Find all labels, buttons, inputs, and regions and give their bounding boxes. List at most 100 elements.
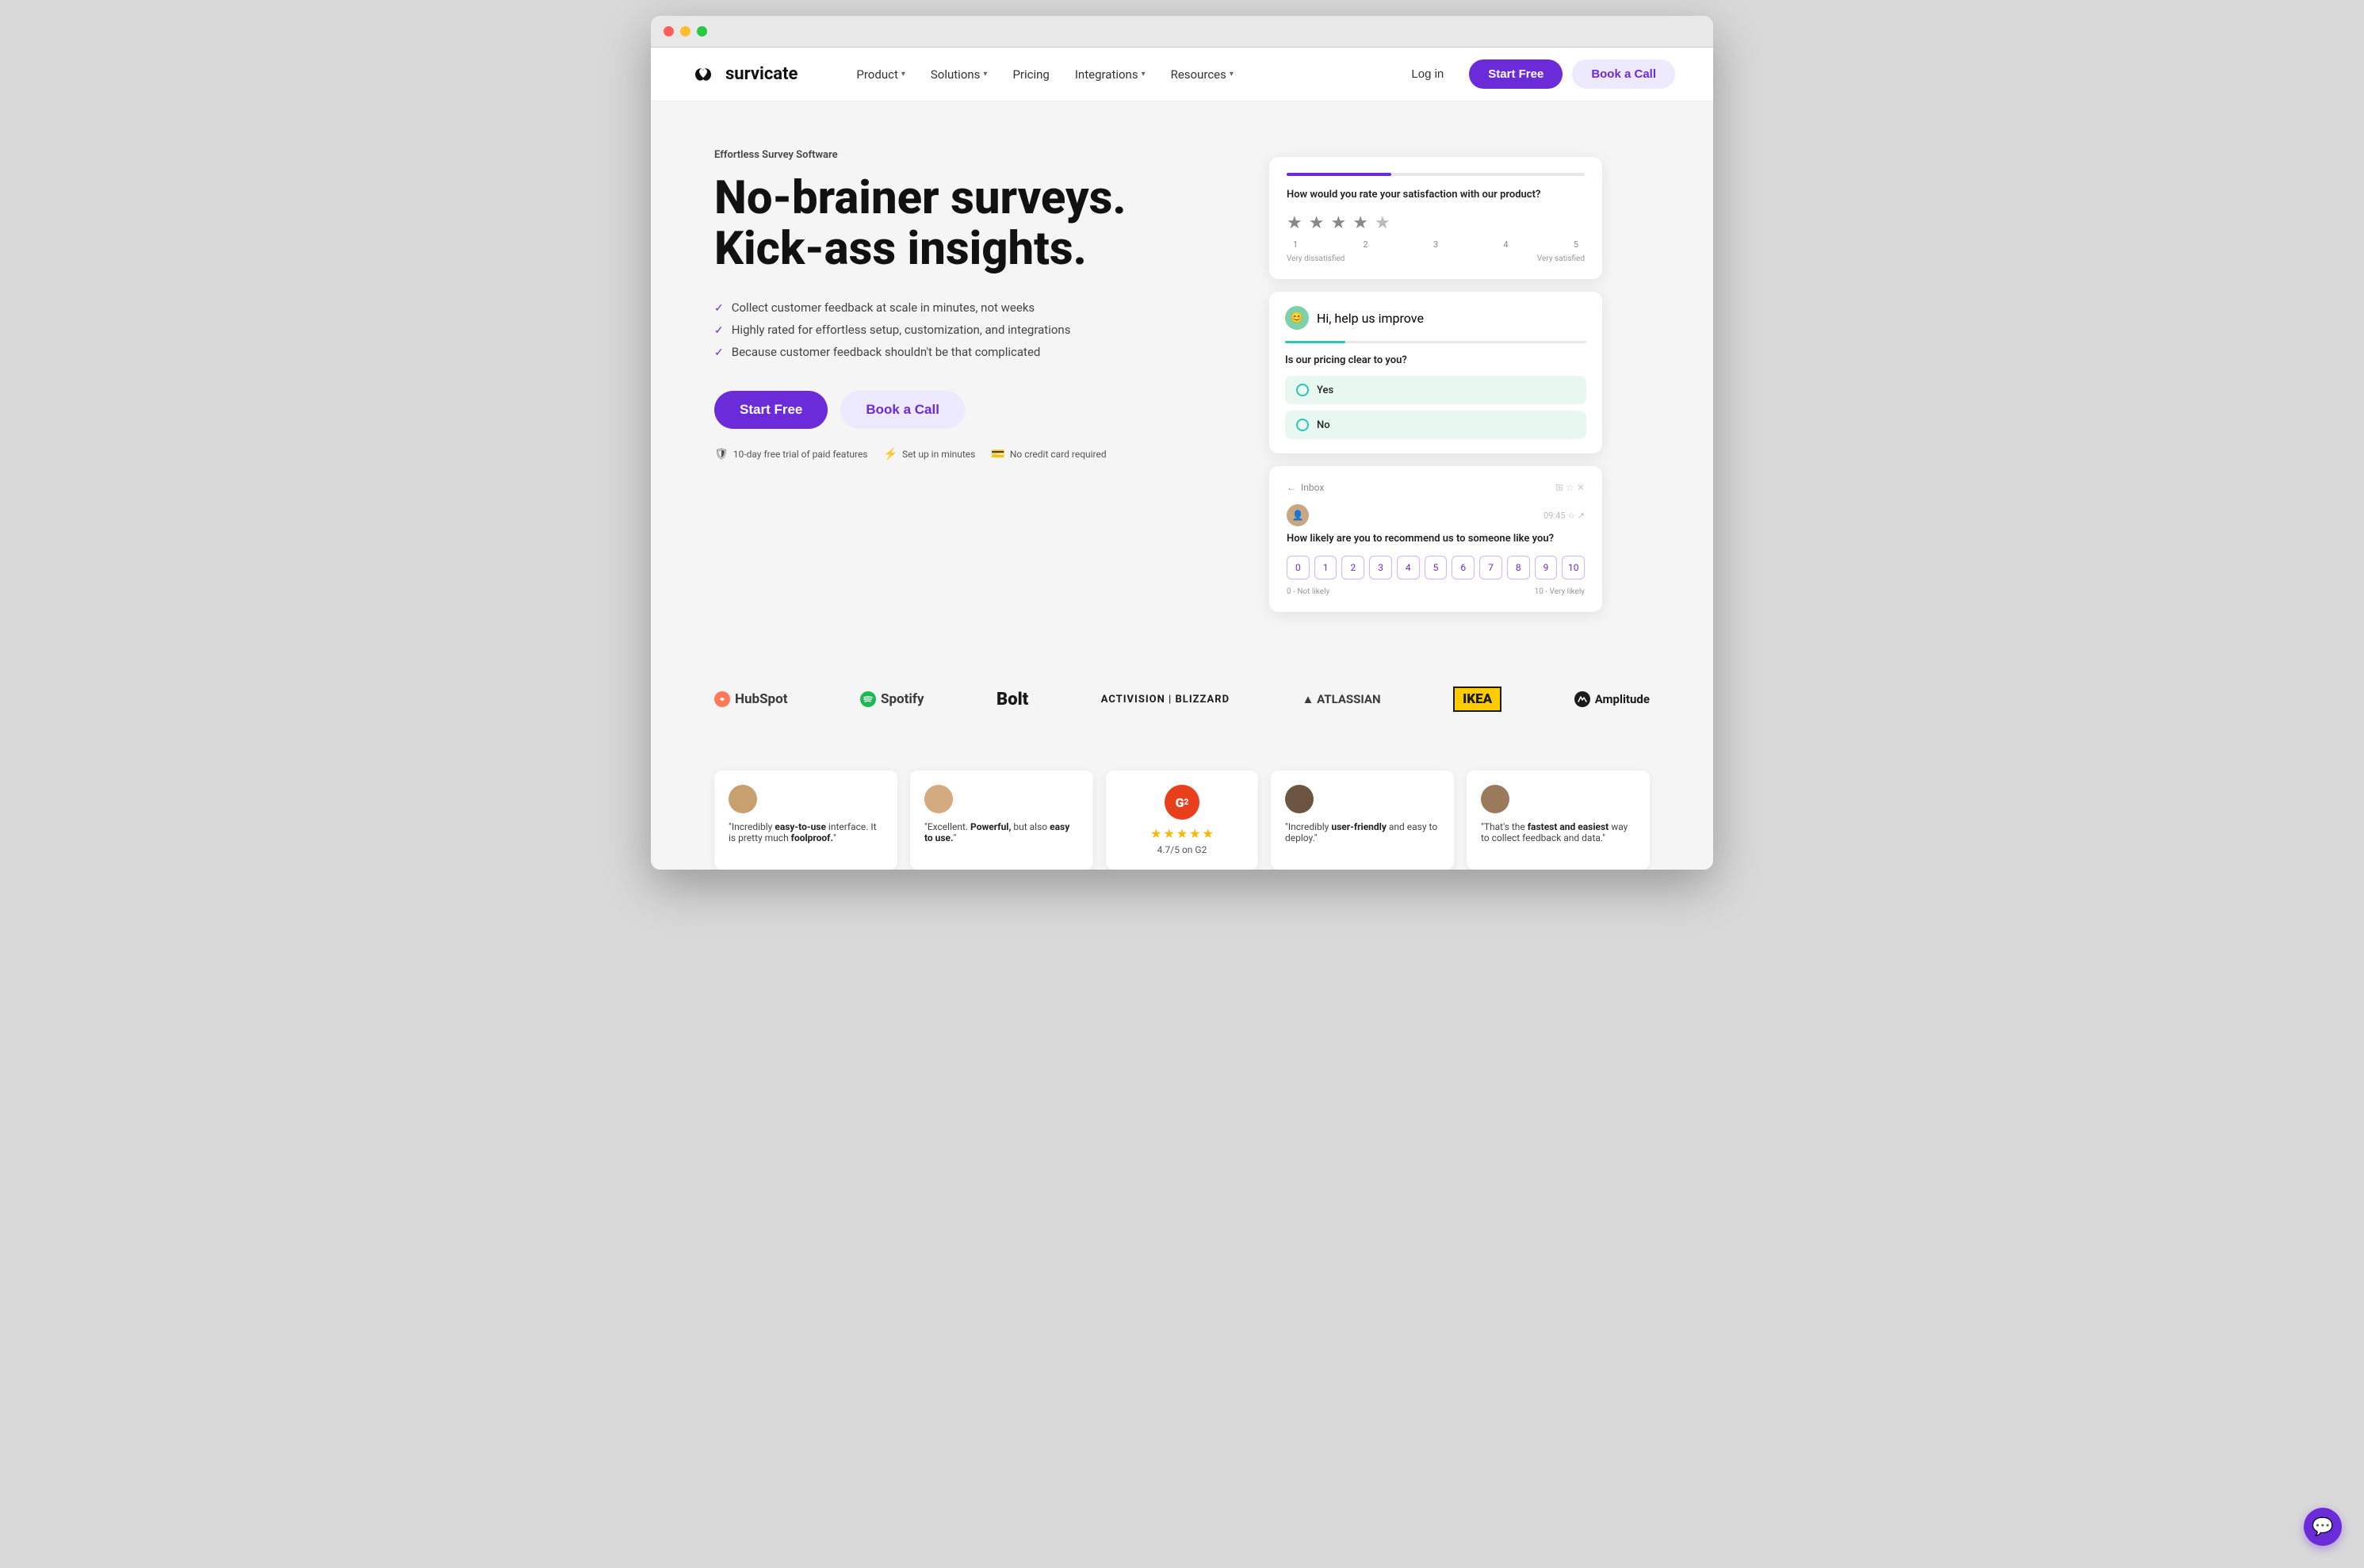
- login-button[interactable]: Log in: [1395, 59, 1459, 89]
- inbox-label: ← Inbox: [1287, 482, 1324, 493]
- meta-card: 💳 No credit card required: [991, 448, 1106, 461]
- nps-5[interactable]: 5: [1425, 556, 1448, 579]
- logo-ikea: IKEA: [1453, 686, 1501, 712]
- nps-4[interactable]: 4: [1397, 556, 1420, 579]
- logo-hubspot: HubSpot: [714, 691, 787, 707]
- pricing-options: Yes No: [1285, 376, 1586, 439]
- star-labels: 1 2 3 4 5: [1287, 239, 1585, 250]
- nps-8[interactable]: 8: [1507, 556, 1530, 579]
- pricing-header: 😊 Hi, help us improve: [1285, 306, 1586, 330]
- meta-setup: ⚡ Set up in minutes: [884, 448, 976, 461]
- nps-7[interactable]: 7: [1479, 556, 1502, 579]
- nps-2[interactable]: 2: [1341, 556, 1364, 579]
- hero-right: How would you rate your satisfaction wit…: [1269, 149, 1602, 612]
- hero-section: Effortless Survey Software No-brainer su…: [651, 101, 1713, 652]
- hero-title-line2: Kick-ass insights.: [714, 222, 1087, 276]
- star-gold: ★: [1176, 826, 1188, 841]
- nps-0[interactable]: 0: [1287, 556, 1310, 579]
- navbar: survicate Product ▾ Solutions ▾ Pricing …: [651, 48, 1713, 101]
- nps-10[interactable]: 10: [1562, 556, 1585, 579]
- testimonial-card-2: "Excellent. Powerful, but also easy to u…: [910, 771, 1093, 870]
- hero-start-free-button[interactable]: Start Free: [714, 391, 828, 429]
- testimonial-card-4: "That's the fastest and easiest way to c…: [1467, 771, 1650, 870]
- nps-6[interactable]: 6: [1452, 556, 1475, 579]
- start-free-button[interactable]: Start Free: [1469, 59, 1563, 89]
- feature-item: ✓ Highly rated for effortless setup, cus…: [714, 323, 1222, 337]
- star-2: ★: [1309, 213, 1325, 233]
- maximize-button[interactable]: [697, 26, 707, 36]
- star-5: ★: [1375, 213, 1390, 233]
- star-4: ★: [1352, 213, 1368, 233]
- browser-chrome: [651, 16, 1713, 48]
- radio-no[interactable]: [1296, 419, 1309, 431]
- nps-labels: 0 - Not likely 10 - Very likely: [1287, 587, 1585, 596]
- logo-text: survicate: [725, 64, 798, 84]
- nav-right: Log in Start Free Book a Call: [1395, 59, 1675, 89]
- nav-integrations-label: Integrations: [1075, 67, 1138, 82]
- nav-solutions-label: Solutions: [931, 67, 981, 82]
- hero-meta: 🛡 10-day free trial of paid features ⚡ S…: [714, 448, 1222, 461]
- testimonial-card-1: "Incredibly easy-to-use interface. It is…: [714, 771, 897, 870]
- nav-product-label: Product: [856, 67, 897, 82]
- nps-card-header: ← Inbox ⊞ ☆ ✕: [1287, 482, 1585, 493]
- hero-book-call-button[interactable]: Book a Call: [840, 391, 965, 429]
- minimize-button[interactable]: [680, 26, 690, 36]
- message-time: 09:45 ☆ ↗: [1543, 511, 1585, 521]
- rating-label-high: Very satisfied: [1537, 254, 1585, 263]
- meta-card-text: No credit card required: [1010, 449, 1107, 460]
- meta-setup-text: Set up in minutes: [902, 449, 975, 460]
- star-gold: ★: [1203, 826, 1214, 841]
- hero-features: ✓ Collect customer feedback at scale in …: [714, 300, 1222, 359]
- pricing-question: Is our pricing clear to you?: [1285, 354, 1586, 366]
- radio-yes[interactable]: [1296, 384, 1309, 396]
- nav-item-pricing[interactable]: Pricing: [1001, 61, 1060, 88]
- pricing-option-yes[interactable]: Yes: [1285, 376, 1586, 404]
- star-desc: Very dissatisfied Very satisfied: [1287, 254, 1585, 263]
- logo-amplitude: Amplitude: [1574, 691, 1650, 707]
- g2-logo: G2: [1165, 785, 1199, 820]
- nps-scale: 0 1 2 3 4 5 6 7 8 9 10: [1287, 556, 1585, 579]
- chat-icon: 💬: [2312, 1517, 2333, 1537]
- star-gold: ★: [1163, 826, 1174, 841]
- logo-spotify: Spotify: [860, 691, 924, 707]
- avatar-sm: 👤: [1287, 504, 1309, 526]
- feature-text: Highly rated for effortless setup, custo…: [732, 323, 1071, 337]
- nav-pricing-label: Pricing: [1012, 67, 1049, 82]
- avatar: [924, 785, 953, 813]
- testimonial-text: "Excellent. Powerful, but also easy to u…: [924, 821, 1079, 843]
- hero-left: Effortless Survey Software No-brainer su…: [714, 149, 1222, 461]
- nav-links: Product ▾ Solutions ▾ Pricing Integratio…: [845, 61, 1395, 88]
- nps-label-high: 10 - Very likely: [1535, 587, 1585, 596]
- nav-item-integrations[interactable]: Integrations ▾: [1064, 61, 1157, 88]
- chevron-down-icon: ▾: [983, 70, 987, 78]
- chat-widget[interactable]: 💬: [2304, 1508, 2342, 1546]
- nav-item-solutions[interactable]: Solutions ▾: [920, 61, 999, 88]
- hero-cta: Start Free Book a Call: [714, 391, 1222, 429]
- hero-label: Effortless Survey Software: [714, 149, 1222, 161]
- nps-3[interactable]: 3: [1369, 556, 1392, 579]
- progress-fill: [1287, 173, 1391, 176]
- close-button[interactable]: [664, 26, 674, 36]
- nav-item-resources[interactable]: Resources ▾: [1160, 61, 1245, 88]
- testimonial-card-3: "Incredibly user-friendly and easy to de…: [1271, 771, 1454, 870]
- book-call-button[interactable]: Book a Call: [1572, 59, 1675, 89]
- g2-badge: G2 ★ ★ ★ ★ ★ 4.7/5 on G2: [1106, 771, 1258, 870]
- nav-item-product[interactable]: Product ▾: [845, 61, 916, 88]
- star-num: 3: [1427, 239, 1444, 250]
- logos-section: HubSpot Spotify Bolt ACTIVISION | BLIZZA…: [651, 652, 1713, 763]
- survey-card-rating: How would you rate your satisfaction wit…: [1269, 157, 1602, 279]
- pricing-option-no[interactable]: No: [1285, 411, 1586, 439]
- logo-activision: ACTIVISION | BLIZZARD: [1101, 694, 1230, 706]
- logo[interactable]: survicate: [689, 60, 798, 89]
- g2-rating: 4.7/5 on G2: [1157, 844, 1207, 855]
- meta-trial-text: 10-day free trial of paid features: [733, 449, 868, 460]
- survey-card-nps: ← Inbox ⊞ ☆ ✕ 👤 09:45 ☆ ↗ How likely are…: [1269, 466, 1602, 612]
- avatar: 😊: [1285, 306, 1309, 330]
- nps-9[interactable]: 9: [1535, 556, 1558, 579]
- nps-label-low: 0 - Not likely: [1287, 587, 1329, 596]
- star-gold: ★: [1189, 826, 1200, 841]
- feature-item: ✓ Because customer feedback shouldn't be…: [714, 345, 1222, 359]
- testimonials-row: "Incredibly easy-to-use interface. It is…: [651, 771, 1713, 870]
- nps-question: How likely are you to recommend us to so…: [1287, 533, 1585, 545]
- nps-1[interactable]: 1: [1314, 556, 1337, 579]
